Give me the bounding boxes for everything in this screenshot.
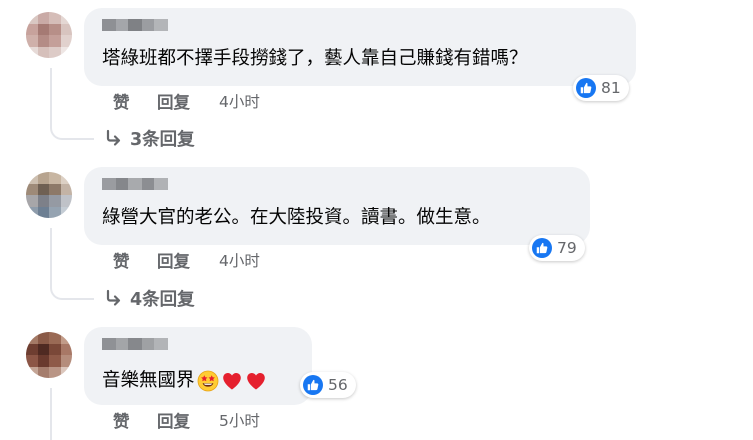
comment-bubble: 綠營大官的老公。在大陸投資。讀書。做生意。 bbox=[84, 167, 590, 245]
reply-arrow-icon bbox=[106, 289, 121, 306]
thread-hook bbox=[50, 280, 94, 300]
reaction-count: 79 bbox=[557, 239, 577, 257]
avatar[interactable] bbox=[26, 332, 72, 378]
timestamp[interactable]: 5小时 bbox=[219, 409, 260, 431]
reply-button[interactable]: 回复 bbox=[157, 89, 219, 113]
reaction-summary[interactable]: 79 bbox=[529, 235, 585, 261]
star-struck-emoji-icon bbox=[197, 370, 218, 392]
comment-actions: 赞 回复 4小时 bbox=[113, 90, 260, 112]
reaction-summary[interactable]: 56 bbox=[300, 372, 356, 398]
reply-arrow-icon bbox=[106, 129, 121, 146]
avatar[interactable] bbox=[26, 172, 72, 218]
like-button[interactable]: 赞 bbox=[113, 248, 157, 272]
comment-text: 綠營大官的老公。在大陸投資。讀書。做生意。 bbox=[102, 207, 491, 228]
author-name-blurred[interactable] bbox=[102, 338, 168, 350]
thread-hook bbox=[50, 120, 94, 140]
view-replies-link[interactable]: 3条回复 bbox=[104, 126, 195, 150]
like-button[interactable]: 赞 bbox=[113, 408, 157, 432]
red-heart-emoji-icon bbox=[246, 373, 265, 390]
reply-button[interactable]: 回复 bbox=[157, 248, 219, 272]
emoji-group bbox=[197, 370, 267, 392]
comment-actions: 赞 回复 5小时 bbox=[113, 409, 260, 431]
avatar[interactable] bbox=[26, 12, 72, 58]
comment-text: 音樂無國界 bbox=[102, 369, 267, 393]
author-name-blurred[interactable] bbox=[102, 19, 168, 31]
reaction-count: 81 bbox=[601, 79, 621, 97]
comment-text-value: 音樂無國界 bbox=[102, 370, 195, 391]
comment-bubble: 塔綠班都不擇手段撈錢了，藝人靠自己賺錢有錯嗎？ bbox=[84, 8, 636, 86]
view-replies-link[interactable]: 4条回复 bbox=[104, 286, 195, 310]
reaction-summary[interactable]: 81 bbox=[573, 75, 629, 101]
thread-line bbox=[50, 228, 52, 280]
timestamp[interactable]: 4小时 bbox=[219, 90, 260, 112]
like-reaction-icon bbox=[532, 238, 552, 258]
replies-count-label: 4条回复 bbox=[130, 289, 195, 310]
like-reaction-icon bbox=[303, 375, 323, 395]
author-name-blurred[interactable] bbox=[102, 178, 168, 190]
replies-count-label: 3条回复 bbox=[130, 129, 195, 150]
like-reaction-icon bbox=[576, 78, 596, 98]
thread-line bbox=[50, 388, 52, 440]
like-button[interactable]: 赞 bbox=[113, 89, 157, 113]
comment-bubble: 音樂無國界 bbox=[84, 327, 312, 405]
timestamp[interactable]: 4小时 bbox=[219, 249, 260, 271]
comments-thread: 塔綠班都不擇手段撈錢了，藝人靠自己賺錢有錯嗎？ 81 赞 回复 4小时 3条回复… bbox=[0, 0, 753, 440]
reply-button[interactable]: 回复 bbox=[157, 408, 219, 432]
comment-actions: 赞 回复 4小时 bbox=[113, 249, 260, 271]
reaction-count: 56 bbox=[328, 376, 348, 394]
thread-line bbox=[50, 68, 52, 120]
comment-text: 塔綠班都不擇手段撈錢了，藝人靠自己賺錢有錯嗎？ bbox=[102, 48, 528, 69]
red-heart-emoji-icon bbox=[222, 373, 241, 390]
